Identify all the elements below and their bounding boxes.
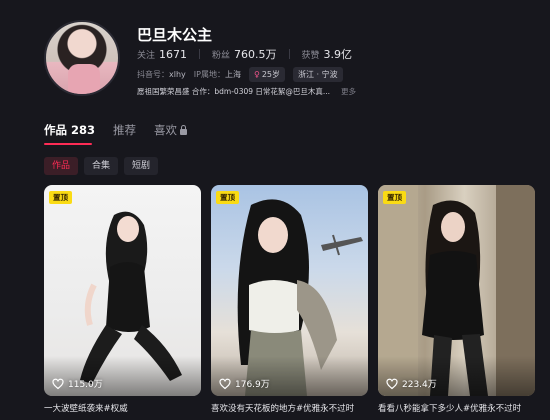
subtabs: 作品 合集 短剧: [44, 157, 159, 175]
douyin-id: 抖音号：xlhy: [137, 69, 186, 80]
age-badge: ♀ 25岁: [248, 67, 285, 82]
stat-likes-label: 获赞: [301, 51, 320, 61]
video-card[interactable]: 置顶 176.9万: [211, 185, 368, 396]
like-count: 115.0万: [52, 377, 103, 390]
video-grid: 置顶 115.0万 置顶 176.9万 置顶 223.4万: [44, 185, 535, 396]
heart-icon: [386, 378, 398, 389]
profile-avatar[interactable]: [44, 20, 120, 96]
profile-bio: 愿祖国繁荣昌盛 合作：bdm-0309 日常花絮@巴旦木真...: [137, 87, 331, 96]
thumbnail-shade: [44, 356, 201, 396]
ip-value: 上海: [224, 70, 241, 79]
location-badge: 浙江 · 宁波: [293, 67, 343, 82]
video-captions: 一大波壁纸袭来#权威 喜欢没有天花板的地方#优雅永不过时 看看八秒能拿下多少人#…: [44, 402, 535, 414]
profile-name: 巴旦木公主: [137, 26, 213, 44]
stat-likes: 获赞 3.9亿: [302, 46, 353, 62]
video-caption[interactable]: 喜欢没有天花板的地方#优雅永不过时: [211, 402, 368, 414]
like-count-value: 223.4万: [402, 380, 437, 390]
thumbnail-shade: [378, 356, 535, 396]
like-count: 223.4万: [386, 377, 437, 390]
tab-works[interactable]: 作品 283: [44, 122, 95, 138]
stat-following[interactable]: 关注 1671: [137, 48, 187, 61]
douyin-id-label: 抖音号：: [137, 70, 169, 79]
like-count-value: 115.0万: [68, 380, 103, 390]
stat-following-value: 1671: [159, 48, 188, 61]
video-card[interactable]: 置顶 223.4万: [378, 185, 535, 396]
stat-followers[interactable]: 粉丝 760.5万: [212, 46, 277, 62]
stat-divider: [199, 49, 201, 59]
stat-following-label: 关注: [137, 51, 156, 61]
heart-icon: [52, 378, 64, 389]
video-card[interactable]: 置顶 115.0万: [44, 185, 201, 396]
bio-more-link[interactable]: 更多: [341, 86, 356, 97]
active-tab-indicator: [44, 143, 92, 145]
stat-followers-value: 760.5万: [234, 48, 277, 61]
pinned-badge: 置顶: [49, 191, 72, 204]
subtab-short-drama[interactable]: 短剧: [124, 157, 159, 175]
stat-likes-value: 3.9亿: [323, 48, 353, 61]
lock-icon: [180, 124, 188, 135]
tab-recommend[interactable]: 推荐: [113, 122, 136, 138]
ip-label: IP属地：: [193, 70, 225, 79]
profile-stats: 关注 1671 粉丝 760.5万 获赞 3.9亿: [137, 46, 352, 62]
profile-tabs: 作品 283 推荐 喜欢: [44, 122, 188, 138]
subtab-collections[interactable]: 合集: [84, 157, 119, 175]
thumbnail-shade: [211, 356, 368, 396]
video-caption[interactable]: 一大波壁纸袭来#权威: [44, 402, 201, 414]
like-count: 176.9万: [219, 377, 270, 390]
like-count-value: 176.9万: [235, 380, 270, 390]
heart-icon: [219, 378, 231, 389]
stat-divider: [288, 49, 290, 59]
female-icon: ♀: [253, 70, 260, 79]
tab-likes[interactable]: 喜欢: [154, 122, 188, 138]
ip-location: IP属地：上海: [194, 69, 241, 80]
stat-followers-label: 粉丝: [212, 51, 231, 61]
profile-meta: 抖音号：xlhy IP属地：上海 ♀ 25岁 浙江 · 宁波: [137, 67, 343, 82]
douyin-id-value: xlhy: [169, 70, 186, 79]
tab-likes-label: 喜欢: [154, 123, 178, 137]
pinned-badge: 置顶: [216, 191, 239, 204]
avatar-figure: [68, 64, 100, 94]
video-caption[interactable]: 看看八秒能拿下多少人#优雅永不过时: [378, 402, 535, 414]
subtab-works[interactable]: 作品: [44, 157, 79, 175]
age-value: 25岁: [261, 70, 280, 79]
pinned-badge: 置顶: [383, 191, 406, 204]
